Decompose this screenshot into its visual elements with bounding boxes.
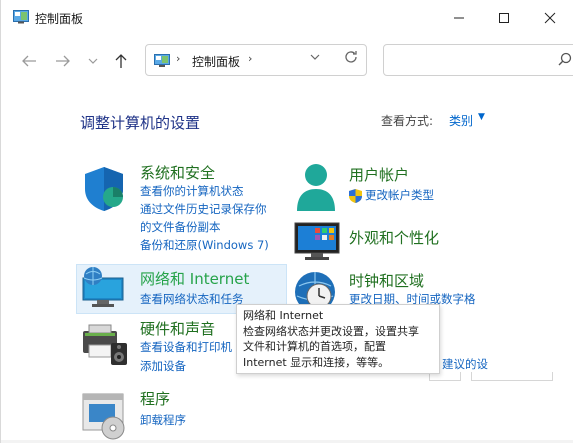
view-by-caret-icon[interactable]: ▼ xyxy=(478,112,485,122)
close-button[interactable] xyxy=(527,0,573,36)
category-title-programs[interactable]: 程序 xyxy=(140,388,170,409)
tooltip-line: 文件和计算机的首选项，配置 xyxy=(243,340,386,353)
minimize-button[interactable] xyxy=(436,0,482,36)
back-arrow-icon xyxy=(22,55,36,67)
network-category-tooltip: 网络和 Internet 检查网络状态并更改设置，设置共享 文件和计算机的首选项… xyxy=(236,304,440,374)
user-accounts-person-icon[interactable] xyxy=(295,163,337,217)
search-input[interactable] xyxy=(383,44,573,76)
breadcrumb-control-panel[interactable]: 控制面板 xyxy=(192,53,240,70)
link-backup-restore[interactable]: 备份和还原(Windows 7) xyxy=(140,236,269,254)
tooltip-line: 检查网络状态并更改设置，设置共享 xyxy=(243,324,419,338)
control-panel-window: 控制面板 › 控制面板 › 调整计算机的设置 查看方式: 类别 ▼ 系统和安全 … xyxy=(0,0,573,443)
forward-button[interactable] xyxy=(51,50,75,72)
maximize-icon xyxy=(499,13,509,23)
link-file-history[interactable]: 通过文件历史记录保存你 xyxy=(140,200,267,218)
appearance-monitor-icon[interactable] xyxy=(293,221,343,267)
breadcrumb-separator-icon[interactable]: › xyxy=(176,52,180,65)
system-security-shield-icon[interactable] xyxy=(81,165,127,217)
close-icon xyxy=(544,12,556,24)
link-file-history-cont[interactable]: 的文件备份副本 xyxy=(140,218,221,236)
link-suggested-settings-partial[interactable]: 建议的设 xyxy=(442,355,488,373)
programs-disc-icon[interactable] xyxy=(81,392,129,444)
link-change-account-type[interactable]: 更改帐户类型 xyxy=(365,186,434,204)
category-title-network[interactable]: 网络和 Internet xyxy=(140,268,249,289)
recent-locations-button[interactable] xyxy=(81,50,105,72)
breadcrumb-separator-icon[interactable]: › xyxy=(248,52,252,65)
link-view-computer-status[interactable]: 查看你的计算机状态 xyxy=(140,182,244,200)
minimize-icon xyxy=(454,17,464,19)
category-title-clock-region[interactable]: 时钟和区域 xyxy=(349,270,424,291)
title-bar: 控制面板 xyxy=(1,0,573,36)
category-title-system-security[interactable]: 系统和安全 xyxy=(140,162,215,183)
tooltip-line: Internet 显示和连接，等等。 xyxy=(243,355,390,369)
network-globe-monitor-icon[interactable] xyxy=(81,266,127,314)
hardware-printer-speaker-icon[interactable] xyxy=(81,323,129,371)
view-by-dropdown[interactable]: 类别 xyxy=(449,112,473,129)
control-panel-location-icon xyxy=(154,53,170,67)
address-dropdown-icon[interactable] xyxy=(310,52,320,63)
category-title-hardware-sound[interactable]: 硬件和声音 xyxy=(140,318,215,339)
link-devices-printers[interactable]: 查看设备和打印机 xyxy=(140,338,232,356)
up-button[interactable] xyxy=(109,50,133,72)
up-arrow-icon xyxy=(115,54,127,68)
search-icon xyxy=(558,51,572,70)
link-add-device[interactable]: 添加设备 xyxy=(140,357,186,375)
view-by-label: 查看方式: xyxy=(381,114,434,128)
address-bar[interactable]: › 控制面板 › xyxy=(145,44,367,76)
back-button[interactable] xyxy=(17,50,41,72)
maximize-button[interactable] xyxy=(481,0,527,36)
link-network-status[interactable]: 查看网络状态和任务 xyxy=(140,290,244,308)
tooltip-line: 网络和 Internet xyxy=(243,309,324,322)
window-title: 控制面板 xyxy=(35,12,84,26)
control-panel-app-icon xyxy=(13,9,29,25)
chevron-down-icon xyxy=(88,58,98,64)
refresh-icon[interactable] xyxy=(344,50,358,68)
forward-arrow-icon xyxy=(56,55,70,67)
partial-dropdown-box xyxy=(471,372,553,381)
category-title-user-accounts[interactable]: 用户帐户 xyxy=(349,164,409,185)
page-title: 调整计算机的设置 xyxy=(80,114,201,132)
uac-shield-icon xyxy=(349,188,362,207)
category-title-appearance[interactable]: 外观和个性化 xyxy=(349,227,439,248)
link-uninstall-program[interactable]: 卸载程序 xyxy=(140,411,186,429)
